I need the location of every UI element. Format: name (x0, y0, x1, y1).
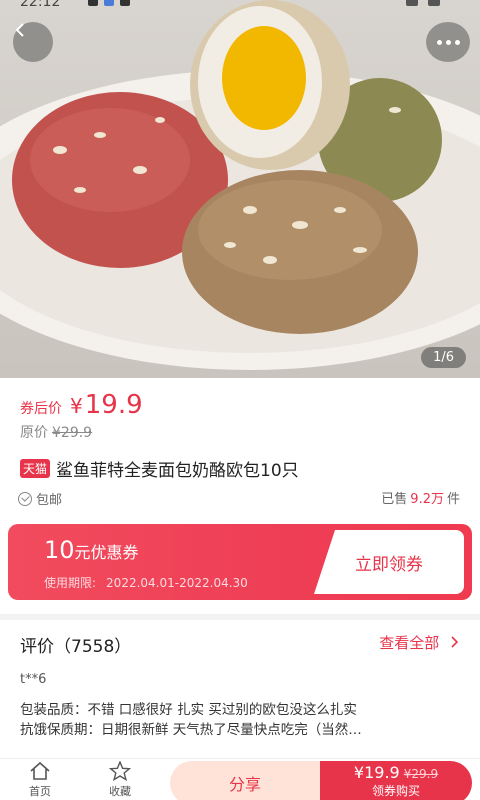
price-value: 19.9 (84, 390, 143, 420)
claim-coupon-button[interactable]: 立即领券 (314, 530, 464, 594)
star-icon (109, 761, 131, 781)
back-button[interactable] (13, 22, 53, 62)
review-line-1: 包装品质：不错 口感很好 扎实 买过别的欧包没这么扎实 (20, 702, 357, 718)
original-price-label: 原价 (20, 425, 48, 441)
favorite-label: 收藏 (109, 785, 131, 798)
status-system-icons (406, 0, 440, 6)
message-icon (120, 0, 130, 6)
sold-count: 已售 9.2万件 (381, 488, 460, 507)
claim-and-buy-button[interactable]: ¥19.9 ¥29.9 领券购买 (320, 761, 472, 800)
product-photo (0, 0, 480, 370)
product-info-card: 券后价 ¥ 19.9 原价 ¥29.9 天猫 鲨鱼菲特全麦面包奶酪欧包10只 包邮… (0, 378, 480, 510)
coupon-section: 10 元优惠券 使用期限: 2022.04.01-2022.04.30 立即领券 (0, 510, 480, 614)
validity-dates: 2022.04.01-2022.04.30 (106, 576, 248, 590)
buy-label: 领券购买 (371, 784, 420, 798)
sold-number: 9.2万 (410, 492, 444, 507)
currency-symbol: ¥ (70, 394, 83, 418)
buy-price-value: ¥19.9 (353, 763, 400, 782)
more-dots-icon (436, 39, 442, 45)
battery-icon (428, 0, 440, 6)
more-button[interactable] (426, 22, 470, 62)
favorite-nav-button[interactable]: 收藏 (90, 761, 150, 799)
review-line-2: 抗饿保质期：日期很新鲜 天气热了尽量快点吃完（当然… (20, 722, 362, 738)
coupon-price: 券后价 ¥ 19.9 (20, 390, 143, 420)
tmall-badge: 天猫 (20, 459, 51, 478)
reviews-section: 评价（7558） 查看全部 t**6 包装品质：不错 口感很好 扎实 买过别的欧… (0, 620, 480, 758)
coupon-price-label: 券后价 (20, 401, 62, 417)
sold-prefix: 已售 (381, 492, 408, 507)
status-time: 22:12 (20, 0, 61, 10)
sold-suffix: 件 (446, 492, 460, 507)
check-circle-icon (18, 491, 32, 506)
validity-label: 使用期限: (44, 576, 97, 590)
shipping-label: 包邮 (36, 493, 63, 508)
signal-icon (406, 0, 418, 6)
chevron-right-icon (451, 636, 459, 648)
chevron-left-icon (15, 23, 24, 37)
original-price: 原价 ¥29.9 (20, 422, 92, 442)
free-shipping: 包邮 (18, 489, 62, 508)
home-label: 首页 (29, 785, 51, 798)
buy-price: ¥19.9 ¥29.9 (320, 763, 472, 782)
notification-icon (88, 0, 98, 6)
bottom-action-bar: 首页 收藏 分享 ¥19.9 ¥29.9 领券购买 (0, 758, 480, 800)
product-image-carousel[interactable]: 1/6 (0, 0, 480, 378)
buy-original-price: ¥29.9 (403, 767, 439, 781)
coupon-amount-unit: 元优惠券 (74, 543, 139, 562)
coupon-card: 10 元优惠券 使用期限: 2022.04.01-2022.04.30 立即领券 (8, 524, 472, 600)
view-all-label: 查看全部 (379, 634, 440, 652)
image-page-indicator: 1/6 (421, 347, 466, 368)
share-button[interactable]: 分享 (170, 761, 320, 800)
coupon-amount: 10 元优惠券 (44, 536, 139, 564)
status-bar: 22:12 (0, 0, 480, 14)
original-price-value: ¥29.9 (52, 425, 93, 441)
app-notification-icon (104, 0, 114, 6)
reviews-heading: 评价（7558） (20, 637, 132, 657)
home-icon (30, 761, 50, 780)
product-title-row: 天猫 鲨鱼菲特全麦面包奶酪欧包10只 (20, 456, 299, 481)
coupon-amount-value: 10 (44, 536, 75, 564)
home-nav-button[interactable]: 首页 (10, 761, 70, 799)
product-title: 鲨鱼菲特全麦面包奶酪欧包10只 (56, 461, 299, 481)
coupon-validity: 使用期限: 2022.04.01-2022.04.30 (44, 574, 248, 591)
status-notification-icons (88, 0, 130, 6)
reviewer-name: t**6 (20, 672, 47, 687)
view-all-reviews-link[interactable]: 查看全部 (379, 632, 460, 653)
